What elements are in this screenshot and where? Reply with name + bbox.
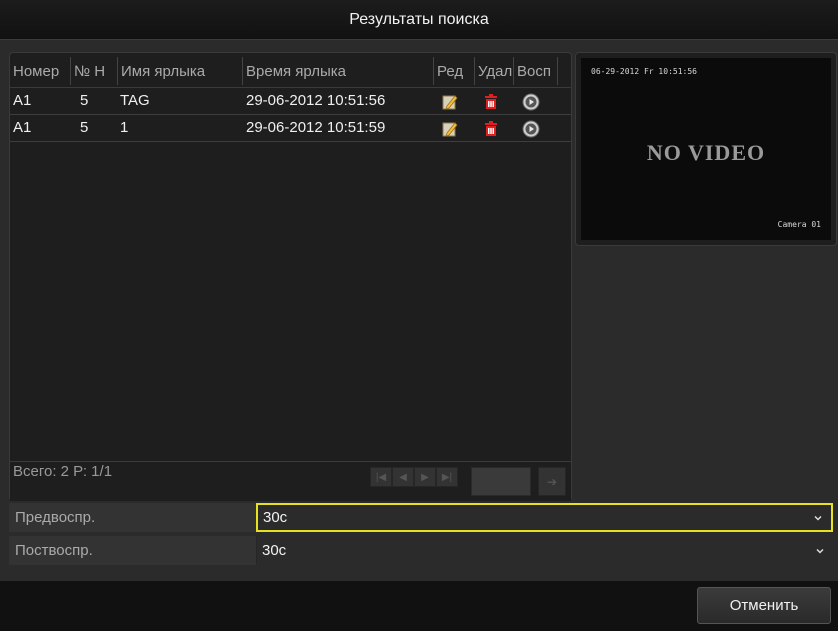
cell-no: 5 xyxy=(80,119,89,136)
edit-icon[interactable] xyxy=(441,120,459,138)
cell-tag-name: 1 xyxy=(120,119,129,136)
camera-label: Camera 01 xyxy=(777,220,821,229)
prev-page-icon[interactable]: ◀ xyxy=(392,467,414,487)
pager: |◀ ◀ ▶ ▶| xyxy=(370,467,458,489)
first-page-icon[interactable]: |◀ xyxy=(370,467,392,487)
page-number-input[interactable] xyxy=(471,467,531,496)
results-table: Номер № Н Имя ярлыка Время ярлыка Ред Уд… xyxy=(9,52,572,501)
cell-no: 5 xyxy=(80,92,89,109)
col-header-no[interactable]: № Н xyxy=(71,61,117,83)
pre-play-label: Предвоспр. xyxy=(15,509,96,526)
cell-number: A1 xyxy=(13,119,32,136)
table-header: Номер № Н Имя ярлыка Время ярлыка Ред Уд… xyxy=(10,53,571,88)
no-video-label: NO VIDEO xyxy=(646,140,766,165)
trash-icon[interactable] xyxy=(482,120,500,138)
cell-tag-name: TAG xyxy=(120,92,150,109)
edit-icon[interactable] xyxy=(441,93,459,111)
results-summary: Всего: 2 Р: 1/1 xyxy=(13,463,113,480)
post-play-label: Поствоспр. xyxy=(15,542,93,559)
table-row[interactable]: A1 5 TAG 29-06-2012 10:51:56 xyxy=(10,88,571,115)
col-header-edit[interactable]: Ред xyxy=(434,61,474,83)
col-header-tag-time[interactable]: Время ярлыка xyxy=(243,61,433,83)
video-preview[interactable]: 06-29-2012 Fr 10:51:56 NO VIDEO Camera 0… xyxy=(581,58,831,240)
pre-play-value: 30с xyxy=(263,509,288,526)
post-play-value: 30с xyxy=(262,542,287,559)
col-header-delete[interactable]: Удал xyxy=(475,61,513,83)
col-header-number[interactable]: Номер xyxy=(10,61,70,83)
play-icon[interactable] xyxy=(522,93,540,111)
search-results-window: Результаты поиска Номер № Н Имя ярлыка В… xyxy=(0,0,838,631)
cell-number: A1 xyxy=(13,92,32,109)
chevron-down-icon xyxy=(816,548,824,554)
chevron-down-icon xyxy=(814,515,822,521)
table-footer: Всего: 2 Р: 1/1 |◀ ◀ ▶ ▶| ➔ xyxy=(10,461,571,501)
video-preview-frame: 06-29-2012 Fr 10:51:56 NO VIDEO Camera 0… xyxy=(575,52,837,246)
preview-timestamp: 06-29-2012 Fr 10:51:56 xyxy=(591,67,697,76)
table-row[interactable]: A1 5 1 29-06-2012 10:51:59 xyxy=(10,115,571,142)
last-page-icon[interactable]: ▶| xyxy=(436,467,458,487)
pre-play-row: Предвоспр. 30с xyxy=(9,503,833,532)
cell-tag-time: 29-06-2012 10:51:59 xyxy=(246,119,386,136)
col-header-tag-name[interactable]: Имя ярлыка xyxy=(118,61,242,83)
cell-tag-time: 29-06-2012 10:51:56 xyxy=(246,92,386,109)
trash-icon[interactable] xyxy=(482,93,500,111)
post-play-select[interactable]: 30с xyxy=(256,536,833,565)
go-arrow-icon[interactable]: ➔ xyxy=(538,467,566,496)
window-title: Результаты поиска xyxy=(0,0,838,40)
play-icon[interactable] xyxy=(522,120,540,138)
post-play-row: Поствоспр. 30с xyxy=(9,536,833,565)
cancel-button[interactable]: Отменить xyxy=(697,587,831,624)
next-page-icon[interactable]: ▶ xyxy=(414,467,436,487)
col-header-play[interactable]: Восп xyxy=(514,61,557,83)
pre-play-select[interactable]: 30с xyxy=(256,503,833,532)
